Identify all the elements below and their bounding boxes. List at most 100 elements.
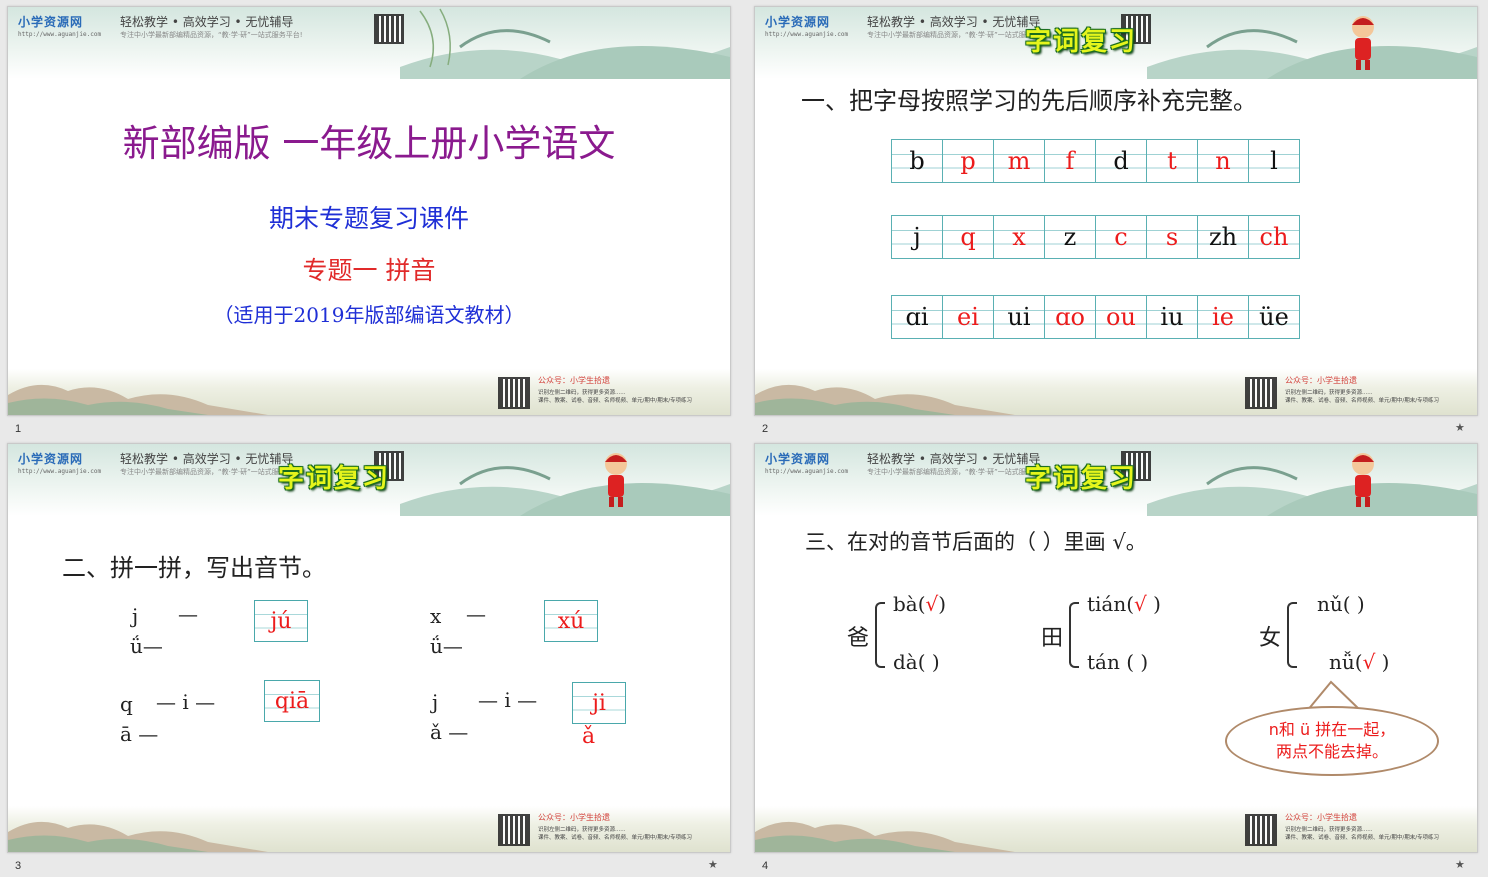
letter-cell: p xyxy=(943,140,994,182)
mountain-illustration xyxy=(755,821,1015,852)
letter-cell: iu xyxy=(1147,296,1198,338)
dash-vowel-dash: — i — xyxy=(478,688,538,712)
slide-number: 1 xyxy=(15,423,22,435)
dash: — xyxy=(466,602,486,626)
site-logo: 小学资源网 xyxy=(765,15,831,29)
dash-vowel-dash: — i — xyxy=(156,690,216,714)
final-vowel: ā — xyxy=(120,722,159,746)
letter-cell: üe xyxy=(1249,296,1300,338)
answer-box: jú xyxy=(254,600,308,642)
dash: — xyxy=(178,602,198,626)
letter-cell: ui xyxy=(994,296,1045,338)
question-text: 一、把字母按照学习的先后顺序补充完整。 xyxy=(801,87,1257,115)
site-logo: 小学资源网 xyxy=(765,452,831,466)
site-slogan: 轻松教学 • 高效学习 • 无忧辅导 xyxy=(120,15,294,29)
letter-cell: z xyxy=(1045,216,1096,258)
slide-thumbnail-2[interactable]: 小学资源网 http://www.aguanjie.com 轻松教学 • 高效学… xyxy=(754,6,1478,416)
landscape-illustration xyxy=(1147,29,1477,79)
final-vowel: ǘ— xyxy=(130,634,163,658)
slide-thumbnail-3[interactable]: 小学资源网 http://www.aguanjie.com 轻松教学 • 高效学… xyxy=(7,443,731,853)
site-url: http://www.aguanjie.com xyxy=(18,468,102,475)
site-logo: 小学资源网 xyxy=(18,15,84,29)
qr-code-icon xyxy=(1245,377,1277,409)
letter-cell: ou xyxy=(1096,296,1147,338)
initial-consonant: x xyxy=(430,604,442,628)
hanzi-character: 田 xyxy=(1041,626,1064,651)
letter-cell: ch xyxy=(1249,216,1300,258)
site-sub-slogan: 专注中小学最新部编精品资源，“教·学·研”一站式服务平台! xyxy=(867,31,1050,39)
landscape-illustration xyxy=(1147,466,1477,516)
pinyin-option: bà(√) xyxy=(893,592,947,616)
footer-wechat: 公众号：小学生拾遗 xyxy=(538,376,610,385)
letter-cell: c xyxy=(1096,216,1147,258)
footer-line: 课件、教案、试卷、音频、名师视频、单元/期中/期末/专项练习 xyxy=(1285,398,1440,404)
footer-wechat: 公众号：小学生拾遗 xyxy=(538,813,610,822)
footer-line: 识别左侧二维码，获得更多资源...... xyxy=(538,827,626,833)
letter-cell: j xyxy=(892,216,943,258)
pinyin-option: nǚ(√ ) xyxy=(1329,650,1390,674)
section-banner: 字词复习 xyxy=(1025,464,1138,494)
check-mark-icon: √ xyxy=(1134,592,1147,616)
pinyin-option: dà( ) xyxy=(893,650,940,674)
pinyin-option: tián(√ ) xyxy=(1087,592,1161,616)
check-mark-icon: √ xyxy=(925,592,939,616)
final-vowel: ǎ — xyxy=(430,720,469,744)
letter-row-3: ɑi ei ui ɑo ou iu ie üe xyxy=(891,295,1300,339)
cartoon-boy-icon xyxy=(605,453,627,507)
slide-number: 4 xyxy=(762,860,769,872)
animation-star-icon: ★ xyxy=(708,858,718,871)
initial-consonant: j xyxy=(132,604,139,628)
site-sub-slogan: 专注中小学最新部编精品资源，“教·学·研”一站式服务平台! xyxy=(867,468,1050,476)
letter-cell: q xyxy=(943,216,994,258)
mountain-illustration xyxy=(8,384,268,415)
site-sub-slogan: 专注中小学最新部编精品资源，“教·学·研”一站式服务平台! xyxy=(120,31,303,39)
footer-line: 识别左侧二维码，获得更多资源...... xyxy=(1285,827,1373,833)
footer-line: 识别左侧二维码，获得更多资源...... xyxy=(1285,390,1373,396)
animation-star-icon: ★ xyxy=(1455,421,1465,434)
initial-consonant: q xyxy=(120,692,133,716)
slide-thumbnail-1[interactable]: 小学资源网 http://www.aguanjie.com 轻松教学 • 高效学… xyxy=(7,6,731,416)
site-url: http://www.aguanjie.com xyxy=(765,31,849,38)
tip-speech-bubble: n和 ü 拼在一起， 两点不能去掉。 xyxy=(1225,706,1439,776)
letter-cell: ɑi xyxy=(892,296,943,338)
footer-line: 课件、教案、试卷、音频、名师视频、单元/期中/期末/专项练习 xyxy=(1285,835,1440,841)
footer-wechat: 公众号：小学生拾遗 xyxy=(1285,813,1357,822)
letter-cell: s xyxy=(1147,216,1198,258)
site-url: http://www.aguanjie.com xyxy=(765,468,849,475)
hanzi-character: 女 xyxy=(1259,626,1282,651)
tone-mark: ǎ xyxy=(582,724,596,749)
check-mark-icon: √ xyxy=(1362,650,1376,674)
brace-icon xyxy=(1287,602,1297,668)
letter-cell: t xyxy=(1147,140,1198,182)
letter-row-1: bpmfdtnl xyxy=(891,139,1300,183)
brace-icon xyxy=(1069,602,1079,668)
slide-title: 新部编版 一年级上册小学语文 xyxy=(122,122,616,165)
question-text: 二、拼一拼，写出音节。 xyxy=(62,554,326,582)
answer-box: ji xyxy=(572,682,626,724)
slide-footer-decoration: 公众号：小学生拾遗 识别左侧二维码，获得更多资源...... 课件、教案、试卷、… xyxy=(8,806,730,852)
site-url: http://www.aguanjie.com xyxy=(18,31,102,38)
letter-cell: n xyxy=(1198,140,1249,182)
pinyin-option: nǔ( ) xyxy=(1317,592,1365,616)
section-banner: 字词复习 xyxy=(278,464,391,494)
letter-cell: m xyxy=(994,140,1045,182)
site-slogan: 轻松教学 • 高效学习 • 无忧辅导 xyxy=(867,452,1041,466)
footer-line: 识别左侧二维码，获得更多资源...... xyxy=(538,390,626,396)
site-logo: 小学资源网 xyxy=(18,452,84,466)
slide-number: 2 xyxy=(762,423,769,435)
mountain-illustration xyxy=(8,821,268,852)
slide-topic: 专题一 拼音 xyxy=(302,256,436,285)
site-slogan: 轻松教学 • 高效学习 • 无忧辅导 xyxy=(867,15,1041,29)
question-text: 三、在对的音节后面的（ ）里画 √。 xyxy=(805,530,1147,554)
letter-row-2: j q x z c s zh ch xyxy=(891,215,1300,259)
slide-subtitle: 期末专题复习课件 xyxy=(268,204,469,233)
landscape-illustration xyxy=(400,466,730,516)
hanzi-character: 爸 xyxy=(847,626,870,651)
qr-code-icon xyxy=(374,14,404,44)
slide-number: 3 xyxy=(15,860,22,872)
letter-cell: zh xyxy=(1198,216,1249,258)
footer-line: 课件、教案、试卷、音频、名师视频、单元/期中/期末/专项练习 xyxy=(538,835,693,841)
letter-cell: ei xyxy=(943,296,994,338)
cartoon-boy-icon xyxy=(1352,453,1374,507)
slide-thumbnail-4[interactable]: 小学资源网 http://www.aguanjie.com 轻松教学 • 高效学… xyxy=(754,443,1478,853)
